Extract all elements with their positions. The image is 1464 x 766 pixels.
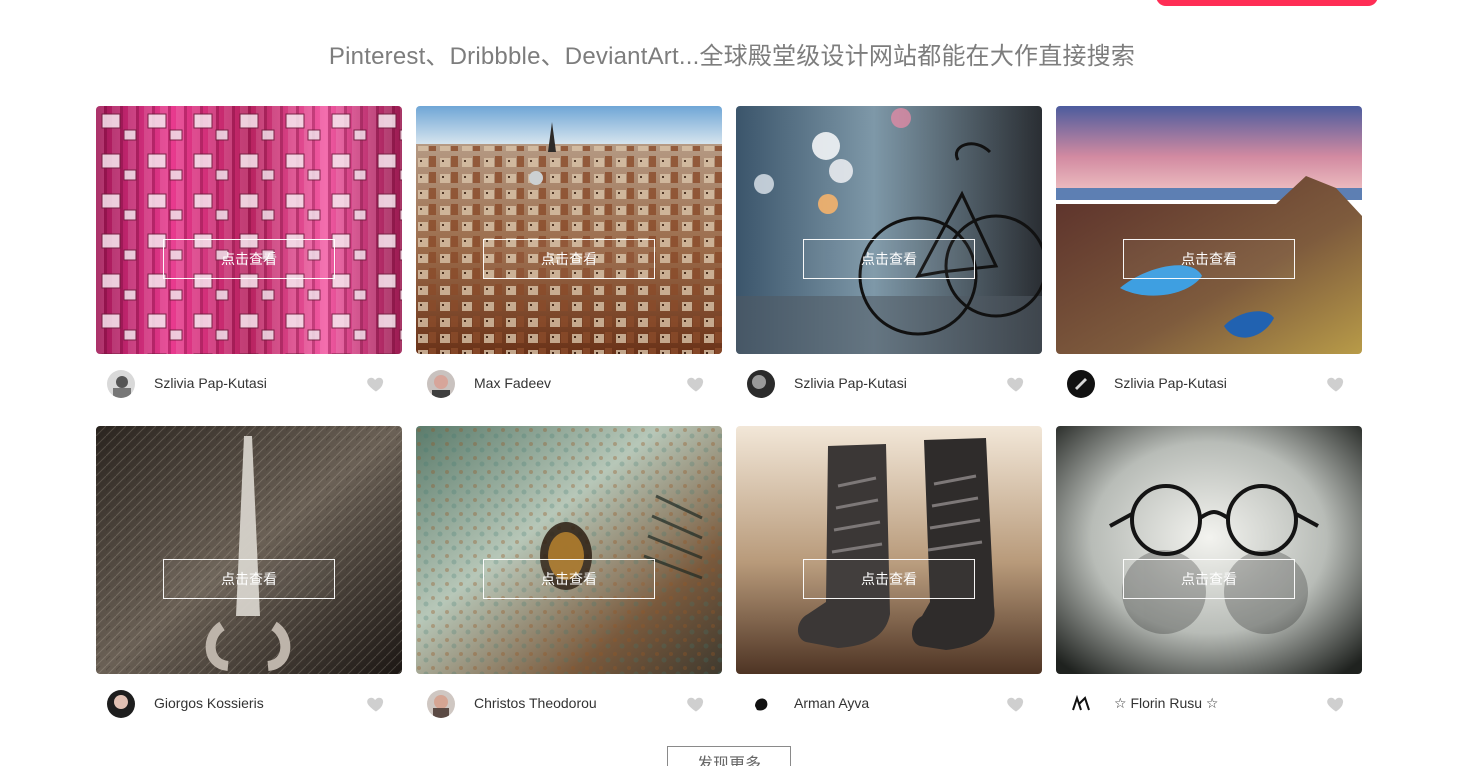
- gallery-card[interactable]: 点击查看 Szlivia Pap-Kutasi: [736, 106, 1042, 426]
- thumbnail-image[interactable]: 点击查看: [96, 426, 402, 674]
- gallery-card[interactable]: 点击查看 Szlivia Pap-Kutasi: [1056, 106, 1362, 426]
- heart-icon[interactable]: [1326, 694, 1346, 714]
- thumbnail-image[interactable]: 点击查看: [416, 426, 722, 674]
- view-button[interactable]: 点击查看: [1123, 239, 1295, 279]
- gallery-card[interactable]: 点击查看 Giorgos Kossieris: [96, 426, 402, 746]
- view-button[interactable]: 点击查看: [803, 239, 975, 279]
- heart-icon[interactable]: [366, 694, 386, 714]
- card-meta: Arman Ayva: [736, 688, 1042, 718]
- page: Pinterest、Dribbble、DeviantArt...全球殿堂级设计网…: [0, 0, 1464, 766]
- card-meta: Giorgos Kossieris: [96, 688, 402, 718]
- card-meta: Szlivia Pap-Kutasi: [1056, 368, 1362, 398]
- view-button[interactable]: 点击查看: [483, 239, 655, 279]
- top-action-button[interactable]: [1156, 0, 1378, 6]
- avatar[interactable]: [427, 690, 455, 718]
- view-button[interactable]: 点击查看: [163, 559, 335, 599]
- heart-icon[interactable]: [686, 694, 706, 714]
- thumbnail-image[interactable]: 点击查看: [96, 106, 402, 354]
- view-button[interactable]: 点击查看: [1123, 559, 1295, 599]
- gallery-card[interactable]: 点击查看 Max Fadeev: [416, 106, 722, 426]
- author-name[interactable]: Arman Ayva: [794, 695, 869, 711]
- thumbnail-image[interactable]: 点击查看: [736, 426, 1042, 674]
- view-button[interactable]: 点击查看: [483, 559, 655, 599]
- avatar[interactable]: [747, 690, 775, 718]
- discover-more-button[interactable]: 发现更多: [667, 746, 791, 766]
- thumbnail-image[interactable]: 点击查看: [1056, 426, 1362, 674]
- card-meta: Szlivia Pap-Kutasi: [96, 368, 402, 398]
- author-name[interactable]: Christos Theodorou: [474, 695, 597, 711]
- avatar[interactable]: [1067, 370, 1095, 398]
- heart-icon[interactable]: [1326, 374, 1346, 394]
- page-subtitle: Pinterest、Dribbble、DeviantArt...全球殿堂级设计网…: [328, 43, 1136, 70]
- avatar[interactable]: [107, 370, 135, 398]
- author-name[interactable]: Max Fadeev: [474, 375, 551, 391]
- gallery-card[interactable]: 点击查看 ☆ Florin Rusu ☆: [1056, 426, 1362, 746]
- avatar[interactable]: [427, 370, 455, 398]
- heart-icon[interactable]: [686, 374, 706, 394]
- card-meta: Szlivia Pap-Kutasi: [736, 368, 1042, 398]
- heart-icon[interactable]: [1006, 694, 1026, 714]
- card-meta: Max Fadeev: [416, 368, 722, 398]
- avatar[interactable]: [107, 690, 135, 718]
- avatar[interactable]: [747, 370, 775, 398]
- author-name[interactable]: ☆ Florin Rusu ☆: [1114, 695, 1218, 712]
- author-name[interactable]: Szlivia Pap-Kutasi: [154, 375, 267, 391]
- card-meta: Christos Theodorou: [416, 688, 722, 718]
- avatar[interactable]: [1067, 690, 1095, 718]
- view-button[interactable]: 点击查看: [803, 559, 975, 599]
- view-button[interactable]: 点击查看: [163, 239, 335, 279]
- gallery-card[interactable]: 点击查看 Arman Ayva: [736, 426, 1042, 746]
- thumbnail-image[interactable]: 点击查看: [416, 106, 722, 354]
- author-name[interactable]: Giorgos Kossieris: [154, 695, 264, 711]
- gallery-grid: 点击查看 Szlivia Pap-Kutasi 点击查看 Max Fadeev …: [96, 106, 1362, 746]
- author-name[interactable]: Szlivia Pap-Kutasi: [794, 375, 907, 391]
- gallery-card[interactable]: 点击查看 Szlivia Pap-Kutasi: [96, 106, 402, 426]
- thumbnail-image[interactable]: 点击查看: [1056, 106, 1362, 354]
- heart-icon[interactable]: [366, 374, 386, 394]
- card-meta: ☆ Florin Rusu ☆: [1056, 688, 1362, 718]
- author-name[interactable]: Szlivia Pap-Kutasi: [1114, 375, 1227, 391]
- gallery-card[interactable]: 点击查看 Christos Theodorou: [416, 426, 722, 746]
- thumbnail-image[interactable]: 点击查看: [736, 106, 1042, 354]
- heart-icon[interactable]: [1006, 374, 1026, 394]
